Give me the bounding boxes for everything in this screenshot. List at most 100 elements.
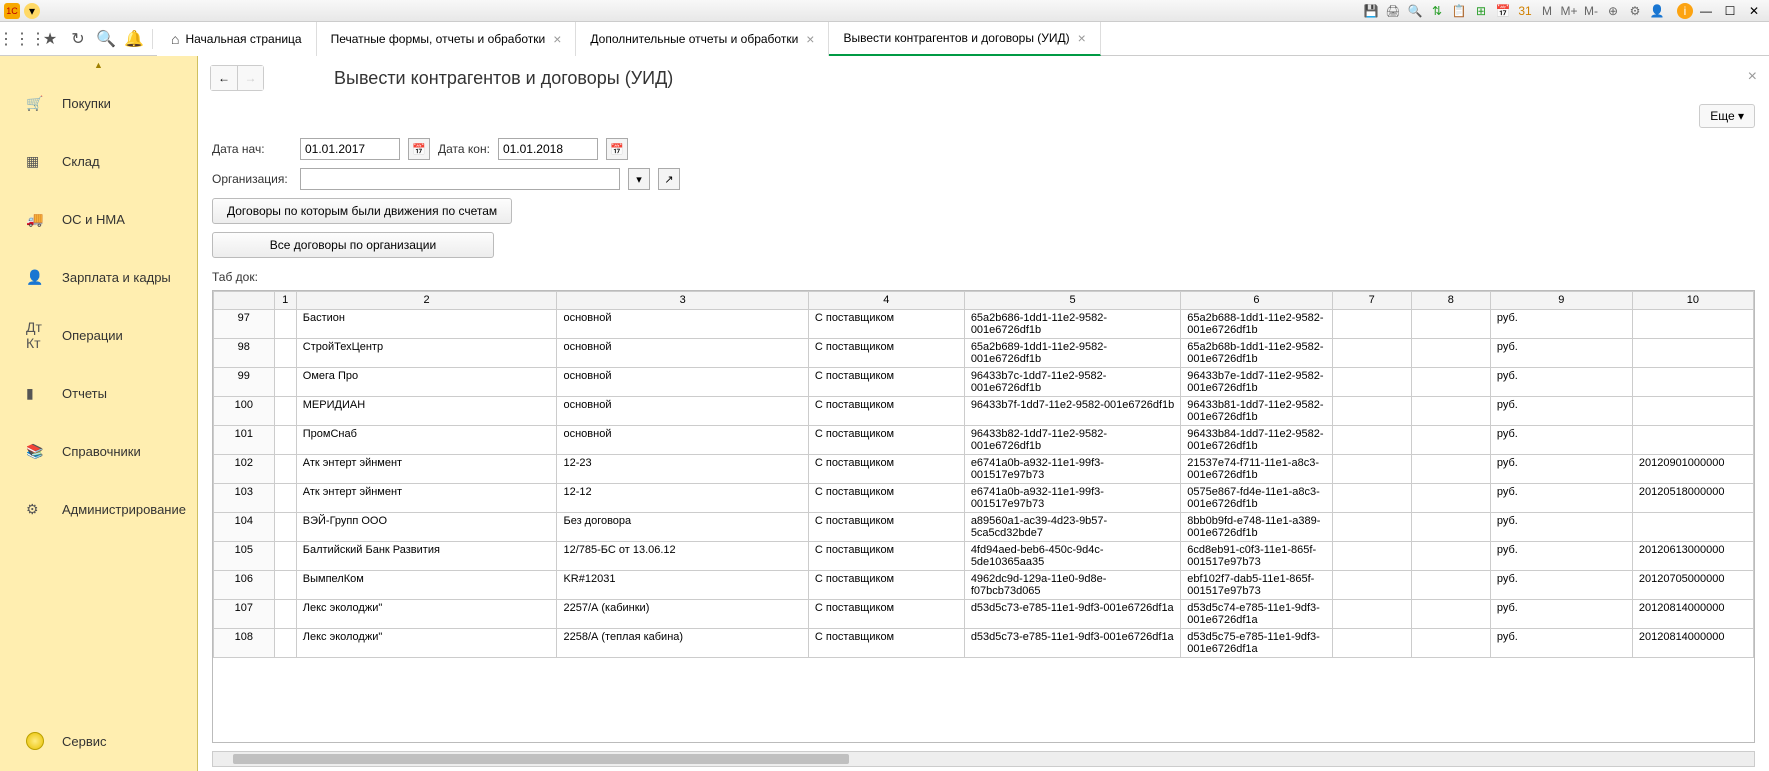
column-header[interactable]: 8 <box>1411 292 1490 310</box>
memory-mplus-icon[interactable]: M+ <box>1561 3 1577 19</box>
calendar-icon[interactable]: 📅 <box>1495 3 1511 19</box>
column-header[interactable]: 3 <box>557 292 808 310</box>
table-row[interactable]: 106ВымпелКомKR#12031С поставщиком4962dc9… <box>214 571 1754 600</box>
data-table[interactable]: 12345678910 97БастионосновнойС поставщик… <box>212 290 1755 743</box>
calendar-icon[interactable]: 📅 <box>408 138 430 160</box>
date-start-input[interactable] <box>300 138 400 160</box>
close-icon[interactable]: × <box>806 31 814 47</box>
help-icon[interactable]: i <box>1677 3 1693 19</box>
content-area: × ← → Вывести контрагентов и договоры (У… <box>198 56 1769 771</box>
table-row[interactable]: 108Лекс эколоджи"2258/А (теплая кабина)С… <box>214 629 1754 658</box>
sidebar-item[interactable]: 👤 Зарплата и кадры <box>0 248 197 306</box>
close-icon[interactable]: × <box>1078 30 1086 46</box>
preview-icon[interactable]: 🔍 <box>1407 3 1423 19</box>
compare-icon[interactable]: ⇅ <box>1429 3 1445 19</box>
table-row[interactable]: 98СтройТехЦентросновнойС поставщиком65a2… <box>214 339 1754 368</box>
main-toolbar: ⋮⋮⋮ ★ ↻ 🔍 🔔 ⌂ Начальная страница Печатны… <box>0 22 1769 56</box>
tab-additional-reports[interactable]: Дополнительные отчеты и обработки × <box>576 22 829 56</box>
table-row[interactable]: 104ВЭЙ-Групп ОООБез договораС поставщико… <box>214 513 1754 542</box>
table-row[interactable]: 107Лекс эколоджи"2257/А (кабинки)С поста… <box>214 600 1754 629</box>
sidebar-icon: Дт Кт <box>26 319 44 351</box>
sidebar-service[interactable]: Сервис <box>0 711 197 771</box>
page-title: Вывести контрагентов и договоры (УИД) <box>334 68 673 89</box>
close-icon[interactable]: × <box>553 31 561 47</box>
sidebar-item[interactable]: 🛒 Покупки <box>0 74 197 132</box>
sidebar-item[interactable]: 🚚ОС и НМА <box>0 190 197 248</box>
user-icon[interactable]: 👤 <box>1649 3 1665 19</box>
more-button[interactable]: Еще ▾ <box>1699 104 1755 128</box>
column-header[interactable]: 5 <box>964 292 1180 310</box>
sidebar-icon: 🛒 <box>26 95 44 112</box>
sidebar-item[interactable]: ⚙Администрирование <box>0 480 197 538</box>
sidebar-item-label: Операции <box>62 328 123 343</box>
contracts-with-movements-button[interactable]: Договоры по которым были движения по сче… <box>212 198 512 224</box>
tab-contractors-uid[interactable]: Вывести контрагентов и договоры (УИД) × <box>829 22 1100 56</box>
sidebar-item[interactable]: ▮Отчеты <box>0 364 197 422</box>
close-window-button[interactable]: ✕ <box>1743 3 1765 19</box>
sidebar-service-label: Сервис <box>62 734 107 749</box>
column-header[interactable]: 2 <box>296 292 557 310</box>
print-icon[interactable]: 🖨 <box>1385 3 1401 19</box>
date-end-input[interactable] <box>498 138 598 160</box>
sidebar-item-label: ОС и НМА <box>62 212 125 227</box>
memory-m-icon[interactable]: M <box>1539 3 1555 19</box>
sidebar-icon: ▦ <box>26 153 44 170</box>
column-header[interactable]: 6 <box>1181 292 1332 310</box>
table-row[interactable]: 99Омега ПроосновнойС поставщиком96433b7c… <box>214 368 1754 397</box>
maximize-button[interactable]: ☐ <box>1719 3 1741 19</box>
sidebar-item-label: Зарплата и кадры <box>62 270 171 285</box>
org-input[interactable] <box>300 168 620 190</box>
home-icon: ⌂ <box>171 31 179 47</box>
column-header[interactable]: 7 <box>1332 292 1411 310</box>
tab-additional-label: Дополнительные отчеты и обработки <box>590 32 798 46</box>
history-icon[interactable]: ↻ <box>64 25 92 53</box>
calendar-icon[interactable]: 📅 <box>606 138 628 160</box>
memory-mminus-icon[interactable]: M- <box>1583 3 1599 19</box>
sidebar-item[interactable]: 📚Справочники <box>0 422 197 480</box>
service-icon <box>26 732 44 750</box>
table-row[interactable]: 102Атк энтерт эйнмент12-23С поставщикомe… <box>214 455 1754 484</box>
date31-icon[interactable]: 31 <box>1517 3 1533 19</box>
tab-home[interactable]: ⌂ Начальная страница <box>157 22 317 56</box>
bell-icon[interactable]: 🔔 <box>120 25 148 53</box>
apps-icon[interactable]: ⋮⋮⋮ <box>8 25 36 53</box>
collapse-sidebar-icon[interactable]: ▲ <box>0 56 197 74</box>
titlebar: 1C ▾ 💾 🖨 🔍 ⇅ 📋 ⊞ 📅 31 M M+ M- ⊕ ⚙ 👤 i — … <box>0 0 1769 22</box>
star-icon[interactable]: ★ <box>36 25 64 53</box>
calculator-icon[interactable]: ⊞ <box>1473 3 1489 19</box>
save-icon[interactable]: 💾 <box>1363 3 1379 19</box>
table-label: Таб док: <box>212 270 1755 284</box>
back-button[interactable]: ← <box>211 66 237 90</box>
close-page-icon[interactable]: × <box>1748 68 1757 86</box>
table-row[interactable]: 103Атк энтерт эйнмент12-12С поставщикомe… <box>214 484 1754 513</box>
sidebar-item[interactable]: ▦Склад <box>0 132 197 190</box>
org-label: Организация: <box>212 172 292 186</box>
minimize-button[interactable]: — <box>1695 3 1717 19</box>
column-header[interactable]: 9 <box>1490 292 1632 310</box>
all-contracts-button[interactable]: Все договоры по организации <box>212 232 494 258</box>
open-icon[interactable]: ↗ <box>658 168 680 190</box>
horizontal-scrollbar[interactable] <box>212 751 1755 767</box>
column-header[interactable]: 4 <box>808 292 964 310</box>
app-menu-dropdown[interactable]: ▾ <box>24 3 40 19</box>
table-row[interactable]: 97БастионосновнойС поставщиком65a2b686-1… <box>214 310 1754 339</box>
sidebar-icon: 👤 <box>26 269 44 286</box>
search-icon[interactable]: 🔍 <box>92 25 120 53</box>
func-icon[interactable]: ⚙ <box>1627 3 1643 19</box>
table-row[interactable]: 100МЕРИДИАНосновнойС поставщиком96433b7f… <box>214 397 1754 426</box>
sidebar: ▲ 🛒 Покупки ▦Склад🚚ОС и НМА 👤 Зарплата и кад… <box>0 56 198 771</box>
sidebar-item-label: Покупки <box>62 96 111 111</box>
tab-home-label: Начальная страница <box>185 32 301 46</box>
table-row[interactable]: 101ПромСнабосновнойС поставщиком96433b82… <box>214 426 1754 455</box>
forward-button[interactable]: → <box>237 66 263 90</box>
app-logo: 1C <box>4 3 20 19</box>
tab-print-label: Печатные формы, отчеты и обработки <box>331 32 546 46</box>
zoom-in-icon[interactable]: ⊕ <box>1605 3 1621 19</box>
dropdown-icon[interactable]: ▾ <box>628 168 650 190</box>
column-header[interactable]: 10 <box>1632 292 1753 310</box>
sidebar-item[interactable]: Дт Кт Операции <box>0 306 197 364</box>
tab-print-forms[interactable]: Печатные формы, отчеты и обработки × <box>317 22 577 56</box>
sidebar-item-label: Справочники <box>62 444 141 459</box>
table-row[interactable]: 105Балтийский Банк Развития12/785-БС от … <box>214 542 1754 571</box>
clipboard-icon[interactable]: 📋 <box>1451 3 1467 19</box>
